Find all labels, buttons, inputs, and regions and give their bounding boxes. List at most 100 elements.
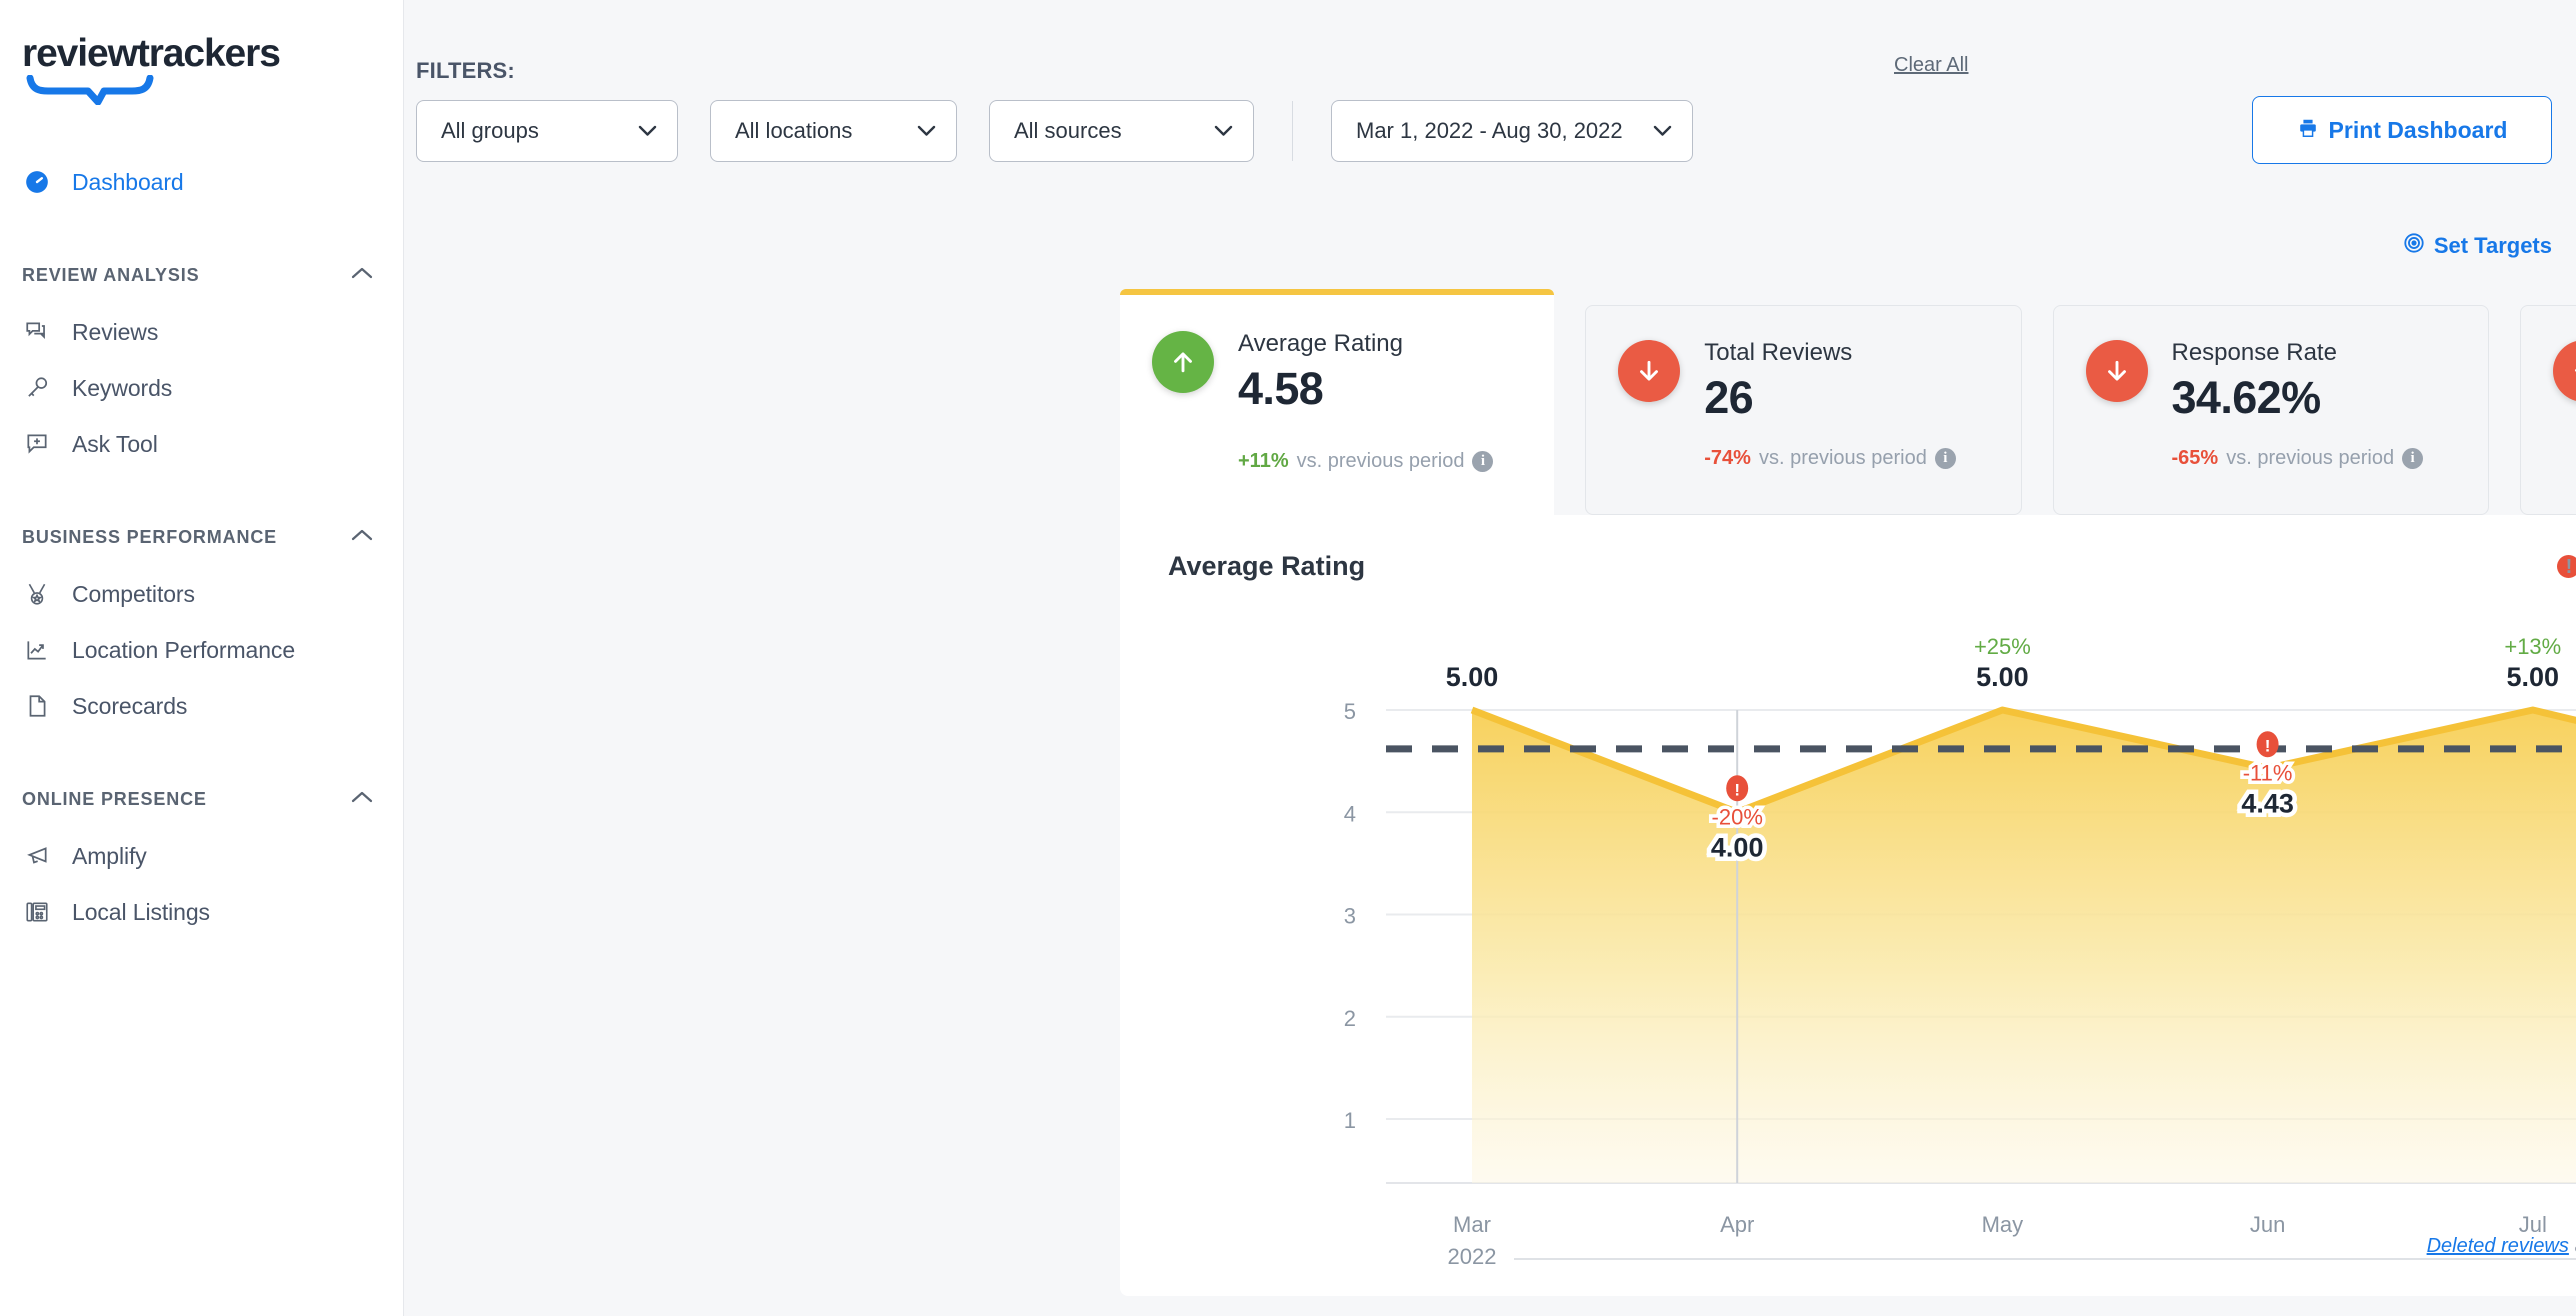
legend-item-drop[interactable]: ! Drop > 10% <box>2557 555 2576 578</box>
footnote-rest: are not included in these calculations. <box>2569 1235 2576 1257</box>
arrow-down-icon <box>2086 340 2148 402</box>
listing-card-icon <box>22 897 52 927</box>
document-icon <box>22 691 52 721</box>
svg-text:Mar: Mar <box>1453 1212 1491 1237</box>
filter-controls: All groups All locations All sources <box>416 100 1693 162</box>
kpi-delta: -74% vs. previous period i <box>1704 447 1956 470</box>
chevron-down-icon <box>917 121 936 141</box>
chevron-down-icon <box>1214 121 1233 141</box>
kpi-value: 26 <box>1704 372 1852 424</box>
kpi-card-response-rate[interactable]: Response Rate 34.62% -65% vs. previous p… <box>2053 305 2489 515</box>
groups-filter-select[interactable]: All groups <box>416 100 678 162</box>
dashboard-app: reviewtrackers Dashboard REVIEW ANA <box>0 0 2576 1316</box>
chart-header: Average Rating ! Drop > 10% Target You <box>1120 515 2576 582</box>
message-plus-icon <box>22 429 52 459</box>
kpi-card-response-time[interactable]: Response Time 8.26 days +633% vs. previo… <box>2520 305 2576 515</box>
arrow-down-icon <box>1618 340 1680 402</box>
sidebar-section-business-performance[interactable]: BUSINESS PERFORMANCE <box>0 514 403 560</box>
kpi-value: 4.58 <box>1238 363 1403 415</box>
svg-text:+13%: +13% <box>2504 634 2561 659</box>
info-icon[interactable]: i <box>1472 451 1493 472</box>
sidebar-item-reviews[interactable]: Reviews <box>0 304 403 360</box>
svg-text:5.00: 5.00 <box>2507 662 2560 692</box>
svg-text:Jun: Jun <box>2250 1212 2285 1237</box>
svg-text:Apr: Apr <box>1720 1212 1754 1237</box>
sidebar-item-label: Keywords <box>72 375 172 402</box>
kpi-value: 34.62% <box>2172 372 2337 424</box>
kpi-delta-suffix: vs. previous period <box>2226 447 2394 470</box>
chevron-down-icon <box>638 121 657 141</box>
info-icon[interactable]: i <box>1935 448 1956 469</box>
sidebar: reviewtrackers Dashboard REVIEW ANA <box>0 0 404 1316</box>
kpi-delta-pct: +11% <box>1238 450 1289 473</box>
medal-icon <box>22 579 52 609</box>
kpi-title: Average Rating <box>1238 331 1403 357</box>
deleted-reviews-link[interactable]: Deleted reviews <box>2427 1235 2569 1257</box>
svg-text:Jul: Jul <box>2519 1212 2547 1237</box>
kpi-delta-pct: -65% <box>2172 447 2219 470</box>
filter-divider <box>1292 101 1293 161</box>
line-chart-icon <box>22 635 52 665</box>
svg-text:+25%: +25% <box>1974 634 2031 659</box>
kpi-card-strip: Average Rating 4.58 +11% vs. previous pe… <box>1120 305 2576 515</box>
svg-text:May: May <box>1982 1212 2024 1237</box>
svg-text:5.00: 5.00 <box>1446 662 1499 692</box>
brand-swoosh-icon <box>26 75 403 110</box>
clear-all-link[interactable]: Clear All <box>1894 54 1968 77</box>
sidebar-item-ask-tool[interactable]: Ask Tool <box>0 416 403 472</box>
arrow-up-icon <box>2553 340 2576 402</box>
sidebar-nav: Dashboard REVIEW ANALYSIS Reviews <box>0 154 403 940</box>
chart-title: Average Rating <box>1168 551 1365 582</box>
svg-text:!: ! <box>1734 780 1740 799</box>
svg-text:1: 1 <box>1344 1108 1356 1133</box>
date-range-select[interactable]: Mar 1, 2022 - Aug 30, 2022 <box>1331 100 1693 162</box>
chart-svg: 543214.625.004.00-20%!5.00+25%4.43-11%!5… <box>1120 607 2576 1307</box>
sidebar-item-amplify[interactable]: Amplify <box>0 828 403 884</box>
sidebar-item-competitors[interactable]: Competitors <box>0 566 403 622</box>
sources-filter-select[interactable]: All sources <box>989 100 1254 162</box>
sidebar-item-keywords[interactable]: Keywords <box>0 360 403 416</box>
chart-plot-area[interactable]: 543214.625.004.00-20%!5.00+25%4.43-11%!5… <box>1120 607 2576 1207</box>
sidebar-item-location-performance[interactable]: Location Performance <box>0 622 403 678</box>
svg-text:4: 4 <box>1344 801 1356 826</box>
locations-filter-select[interactable]: All locations <box>710 100 957 162</box>
sidebar-section-online-presence[interactable]: ONLINE PRESENCE <box>0 776 403 822</box>
brand-logo[interactable]: reviewtrackers <box>0 0 403 110</box>
print-dashboard-button[interactable]: Print Dashboard <box>2252 96 2552 164</box>
chevron-down-icon <box>1653 121 1672 141</box>
sidebar-item-label: Reviews <box>72 319 158 346</box>
kpi-delta: +11% vs. previous period i <box>1238 450 1493 473</box>
section-label: BUSINESS PERFORMANCE <box>22 527 277 548</box>
sidebar-item-label: Ask Tool <box>72 431 158 458</box>
target-icon <box>2403 232 2425 259</box>
set-targets-button[interactable]: Set Targets <box>2403 232 2552 259</box>
chart-footnote: Deleted reviews are not included in thes… <box>2427 1235 2576 1258</box>
chevron-up-icon <box>351 528 373 547</box>
info-icon[interactable]: i <box>2402 448 2423 469</box>
chat-bubbles-icon <box>22 317 52 347</box>
sidebar-item-dashboard[interactable]: Dashboard <box>0 154 403 210</box>
svg-text:3: 3 <box>1344 904 1356 929</box>
print-dashboard-label: Print Dashboard <box>2329 117 2508 144</box>
sidebar-item-scorecards[interactable]: Scorecards <box>0 678 403 734</box>
svg-text:-20%: -20% <box>1712 804 1763 829</box>
locations-filter-value: All locations <box>735 118 852 144</box>
arrow-up-icon <box>1152 331 1214 393</box>
key-icon <box>22 373 52 403</box>
sidebar-item-label: Competitors <box>72 581 195 608</box>
filters-bar: FILTERS: Clear All All groups All locati… <box>404 0 2576 52</box>
kpi-card-total-reviews[interactable]: Total Reviews 26 -74% vs. previous perio… <box>1585 305 2021 515</box>
chevron-up-icon <box>351 790 373 809</box>
svg-text:2022: 2022 <box>1448 1244 1497 1269</box>
sidebar-item-label: Dashboard <box>72 169 184 196</box>
kpi-delta-pct: -74% <box>1704 447 1751 470</box>
sidebar-item-local-listings[interactable]: Local Listings <box>0 884 403 940</box>
svg-text:!: ! <box>2265 736 2271 755</box>
kpi-card-average-rating[interactable]: Average Rating 4.58 +11% vs. previous pe… <box>1120 289 1554 515</box>
kpi-delta-suffix: vs. previous period <box>1297 450 1465 473</box>
kpi-delta-suffix: vs. previous period <box>1759 447 1927 470</box>
sidebar-section-review-analysis[interactable]: REVIEW ANALYSIS <box>0 252 403 298</box>
kpi-title: Response Rate <box>2172 340 2337 366</box>
sidebar-item-label: Local Listings <box>72 899 210 926</box>
printer-icon <box>2297 117 2319 144</box>
